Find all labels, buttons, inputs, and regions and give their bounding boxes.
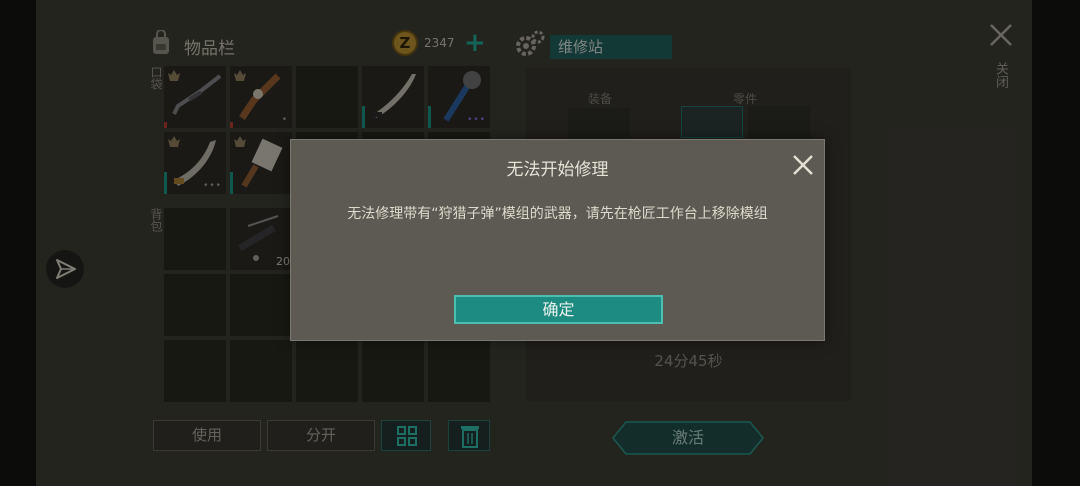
dialog-title: 无法开始修理	[506, 160, 609, 180]
repair-error-dialog: 无法开始修理 无法修理带有“狩猎子弹”模组的武器，请先在枪匠工作台上移除模组 确…	[290, 139, 825, 341]
dialog-close-icon[interactable]	[791, 153, 815, 177]
game-screen: 物品栏 Z 2347 + 口袋 背包 • ••• ••• 20 使用 分开 维修…	[0, 0, 1080, 486]
confirm-button[interactable]: 确定	[454, 295, 663, 324]
dialog-message: 无法修理带有“狩猎子弹”模组的武器，请先在枪匠工作台上移除模组	[347, 206, 768, 222]
